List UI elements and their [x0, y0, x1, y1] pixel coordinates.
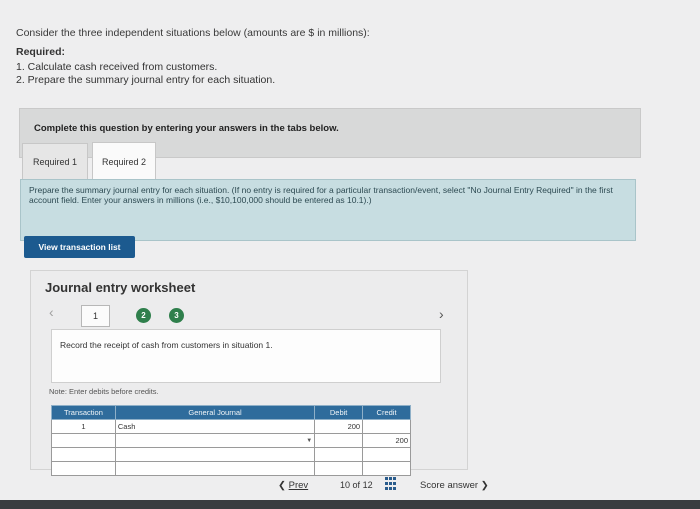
column-header-debit: Debit: [314, 405, 364, 420]
journal-table: Transaction General Journal Debit Credit…: [51, 405, 411, 476]
banner-text: Complete this question by entering your …: [34, 123, 339, 134]
worksheet-title: Journal entry worksheet: [45, 280, 196, 295]
account-select[interactable]: [114, 461, 316, 476]
dropdown-arrow-icon[interactable]: ▼: [306, 438, 312, 444]
account-select[interactable]: ▼: [114, 433, 316, 448]
debit-input[interactable]: [314, 447, 364, 462]
required-item-2: 2. Prepare the summary journal entry for…: [16, 74, 276, 86]
table-row: ▼ 200: [51, 433, 411, 448]
transaction-cell: [51, 433, 116, 448]
prev-label: Prev: [288, 480, 309, 491]
debits-note: Note: Enter debits before credits.: [49, 387, 159, 396]
debit-input[interactable]: 200: [314, 419, 364, 434]
credit-input[interactable]: [362, 461, 411, 476]
credit-input[interactable]: 200: [362, 433, 411, 448]
account-select[interactable]: [114, 447, 316, 462]
view-transaction-list-button[interactable]: View transaction list: [24, 236, 135, 258]
grid-icon[interactable]: [385, 477, 399, 491]
step-3[interactable]: 3: [169, 308, 184, 323]
account-select[interactable]: Cash: [114, 419, 316, 434]
tab-required-1[interactable]: Required 1: [22, 143, 88, 179]
transaction-description-box: Record the receipt of cash from customer…: [51, 329, 441, 383]
step-1[interactable]: 1: [81, 305, 110, 327]
transaction-cell: 1: [51, 419, 116, 434]
total-pages: 12: [362, 480, 373, 490]
debit-input[interactable]: [314, 461, 364, 476]
instruction-panel: Prepare the summary journal entry for ea…: [20, 179, 636, 241]
chevron-right-icon[interactable]: ›: [439, 306, 444, 322]
table-row: 1 Cash 200: [51, 419, 411, 434]
page-of: of: [352, 480, 361, 490]
table-row: [51, 461, 411, 476]
credit-input[interactable]: [362, 419, 411, 434]
transaction-description: Record the receipt of cash from customer…: [60, 340, 273, 350]
column-header-transaction: Transaction: [51, 405, 116, 420]
score-label: Score answer: [420, 480, 479, 491]
intro-text: Consider the three independent situation…: [16, 27, 370, 39]
tab-required-2[interactable]: Required 2: [92, 142, 156, 180]
column-header-general-journal: General Journal: [114, 405, 316, 420]
page-counter: 10 of 12: [340, 480, 373, 490]
chevron-right-icon: ❯: [480, 480, 489, 491]
prev-button[interactable]: ❮ Prev: [278, 480, 308, 491]
transaction-cell: [51, 447, 116, 462]
required-item-1: 1. Calculate cash received from customer…: [16, 61, 218, 73]
credit-input[interactable]: [362, 447, 411, 462]
column-header-credit: Credit: [362, 405, 411, 420]
score-answer-button[interactable]: Score answer ❯: [420, 480, 489, 491]
step-2[interactable]: 2: [136, 308, 151, 323]
chevron-left-icon: ❮: [278, 480, 286, 491]
bottom-bar: [0, 500, 700, 509]
debit-input[interactable]: [314, 433, 364, 448]
transaction-cell: [51, 461, 116, 476]
chevron-left-icon[interactable]: ‹: [49, 304, 54, 320]
required-heading: Required:: [16, 46, 66, 58]
table-row: [51, 447, 411, 462]
journal-entry-worksheet: Journal entry worksheet ‹ 1 2 3 › Record…: [30, 270, 468, 476]
current-page: 10: [340, 480, 351, 490]
instruction-text: Prepare the summary journal entry for ea…: [29, 185, 613, 205]
